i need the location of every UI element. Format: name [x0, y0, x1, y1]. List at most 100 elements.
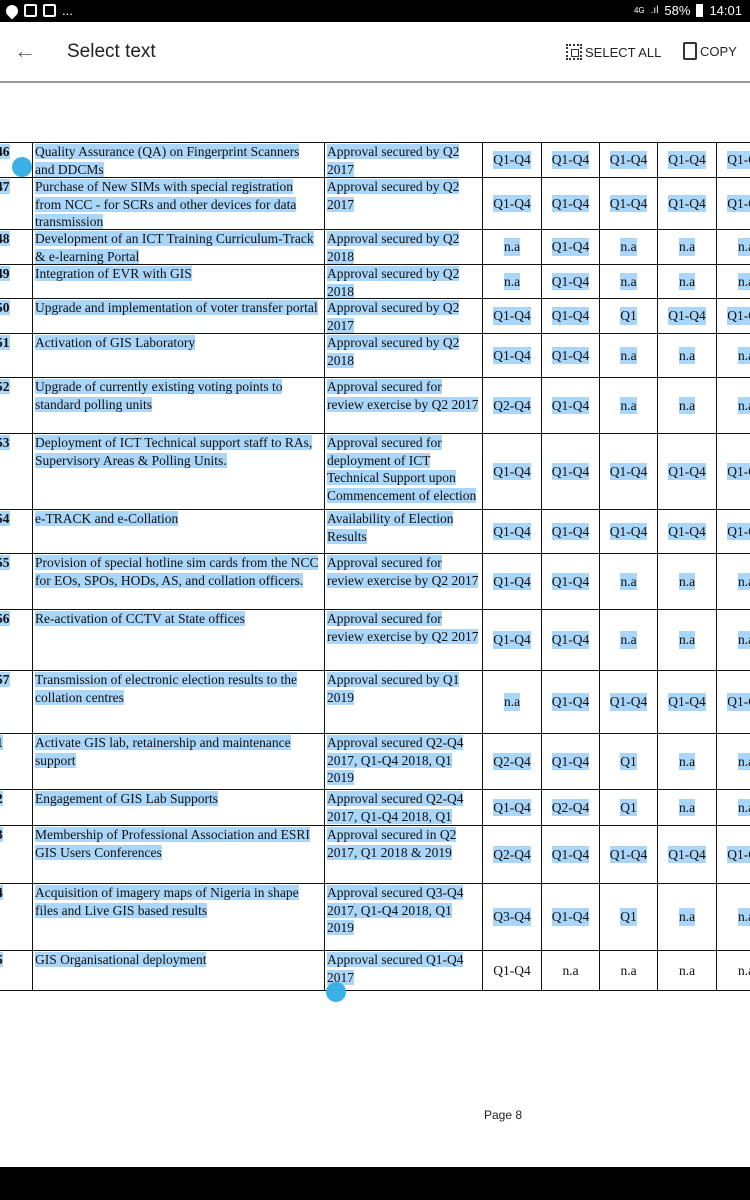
status-cell-text: Approval secured Q3-Q4 2017, Q1-Q4 2018,…: [327, 885, 464, 935]
selection-end-handle[interactable]: [326, 982, 346, 1002]
activity-cell: Re-activation of CCTV at State offices: [32, 610, 324, 670]
copy-button[interactable]: COPY: [683, 42, 737, 60]
quarter-cell: n.a: [716, 884, 750, 950]
row-number: 57: [0, 671, 32, 733]
activity-cell: Activate GIS lab, retainership and maint…: [32, 734, 324, 789]
status-cell: Approval secured Q2-Q4 2017, Q1-Q4 2018,…: [324, 790, 482, 825]
quarter-cell: Q1-Q4: [482, 610, 541, 670]
quarter-cell: Q1-Q4: [541, 178, 599, 229]
network-type: 4G: [633, 6, 645, 15]
quarter-cell-text: Q1-Q4: [727, 307, 750, 325]
table-row: 47 Purchase of New SIMs with special regi…: [0, 177, 750, 229]
table-row: 56 Re-activation of CCTV at State offices…: [0, 609, 750, 670]
row-number-text: 55: [0, 555, 10, 570]
status-cell-text: Approval secured by Q2 2017: [327, 179, 460, 212]
quarter-cell-text: n.a: [678, 238, 696, 256]
activity-cell: Membership of Professional Association a…: [32, 826, 324, 883]
quarter-cell-text: Q1-Q4: [493, 307, 531, 325]
quarter-cell: n.a: [716, 734, 750, 789]
quarter-cell-text: Q1-Q4: [493, 522, 531, 541]
quarter-cell-text: n.a: [678, 631, 696, 649]
activity-cell: Deployment of ICT Technical support staf…: [32, 434, 324, 509]
selection-start-handle[interactable]: [12, 157, 32, 177]
activity-cell-text: Quality Assurance (QA) on Fingerprint Sc…: [35, 144, 300, 177]
quarter-cell: Q1-Q4: [541, 378, 599, 433]
table-row: 49 Integration of EVR with GIS Approval se…: [0, 264, 750, 298]
table-row: 2 Engagement of GIS Lab Supports Approval …: [0, 789, 750, 825]
quarter-cell-text: Q1-Q4: [668, 462, 706, 481]
activity-cell-text: Provision of special hotline sim cards f…: [35, 555, 319, 588]
quarter-cell: Q1-Q4: [716, 826, 750, 883]
activity-cell: Development of an ICT Training Curriculu…: [32, 230, 324, 264]
quarter-cell-text: n.a: [737, 962, 750, 978]
battery-percent: 58%: [664, 3, 691, 18]
activity-cell-text: Membership of Professional Association a…: [35, 827, 310, 860]
quarter-cell-text: Q1-Q4: [551, 396, 590, 415]
gmail-icon: [24, 4, 37, 17]
activity-cell: Upgrade and implementation of voter tran…: [32, 299, 324, 333]
status-cell-text: Approval secured for review exercise by …: [327, 611, 479, 644]
page-title: Select text: [67, 41, 156, 62]
quarter-cell-text: n.a: [737, 346, 750, 365]
quarter-cell: Q1-Q4: [657, 510, 716, 553]
quarter-cell: n.a: [657, 230, 716, 264]
status-bar: ... 4G .ıl 58% 14:01: [0, 0, 750, 22]
activity-cell-text: Upgrade of currently existing voting poi…: [35, 379, 283, 412]
quarter-cell: Q1-Q4: [599, 143, 657, 177]
quarter-cell: Q2-Q4: [541, 790, 599, 825]
row-number: 53: [0, 434, 32, 509]
status-cell: Approval secured Q1-Q4 2017: [324, 951, 482, 990]
select-all-button[interactable]: SELECT ALL: [566, 44, 661, 60]
quarter-cell-text: Q1-Q4: [493, 346, 531, 365]
quarter-cell: n.a: [657, 790, 716, 825]
quarter-cell: Q1-Q4: [541, 230, 599, 264]
quarter-cell-text: n.a: [737, 631, 750, 649]
quarter-cell-text: Q3-Q4: [493, 908, 531, 926]
quarter-cell-text: Q1-Q4: [727, 462, 750, 481]
status-cell: Approval secured in Q2 2017, Q1 2018 & 2…: [324, 826, 482, 883]
status-cell-text: Approval secured by Q2 2018: [327, 231, 460, 264]
quarter-cell: n.a: [716, 230, 750, 264]
quarter-cell-text: Q1-Q4: [551, 238, 590, 256]
table-row: 50 Upgrade and implementation of voter tr…: [0, 298, 750, 333]
table-row: 54 e-TRACK and e-Collation Availability of…: [0, 509, 750, 553]
quarter-cell-text: n.a: [737, 272, 750, 291]
quarter-cell-text: Q1-Q4: [609, 194, 648, 213]
quarter-cell-text: Q1: [620, 798, 637, 817]
quarter-cell: Q1-Q4: [541, 671, 599, 733]
quarter-cell: Q1-Q4: [716, 178, 750, 229]
back-arrow-icon[interactable]: ←: [14, 38, 36, 64]
quarter-cell: n.a: [657, 334, 716, 377]
quarter-cell: Q2-Q4: [482, 378, 541, 433]
status-cell: Availability of Election Results: [324, 510, 482, 553]
activity-cell: Acquisition of imagery maps of Nigeria i…: [32, 884, 324, 950]
row-number-text: 47: [0, 179, 10, 194]
quarter-cell: Q2-Q4: [482, 734, 541, 789]
row-number-text: 4: [0, 885, 3, 900]
row-number: 4: [0, 884, 32, 950]
quarter-cell-text: Q1-Q4: [551, 522, 590, 541]
quarter-cell: n.a: [657, 884, 716, 950]
quarter-cell-text: Q1-Q4: [551, 272, 590, 291]
quarter-cell-text: n.a: [678, 572, 696, 591]
quarter-cell-text: n.a: [620, 238, 637, 256]
quarter-cell-text: Q1-Q4: [727, 151, 750, 169]
status-cell: Approval secured Q2-Q4 2017, Q1-Q4 2018,…: [324, 734, 482, 789]
quarter-cell-text: Q1: [620, 908, 637, 926]
quarter-cell: Q1-Q4: [716, 299, 750, 333]
quarter-cell-text: Q1-Q4: [493, 798, 531, 817]
row-number: 48: [0, 230, 32, 264]
table-row: 4 Acquisition of imagery maps of Nigeria …: [0, 883, 750, 950]
table-row: 57 Transmission of electronic election re…: [0, 670, 750, 733]
quarter-cell-text: Q1-Q4: [668, 151, 706, 169]
status-cell: Approval secured for review exercise by …: [324, 378, 482, 433]
row-number: 47: [0, 178, 32, 229]
row-number: 49: [0, 265, 32, 298]
table-row: 48 Development of an ICT Training Curricu…: [0, 229, 750, 264]
status-cell-text: Approval secured for deployment of ICT T…: [327, 435, 477, 503]
quarter-cell: Q3-Q4: [482, 884, 541, 950]
activity-cell: Integration of EVR with GIS: [32, 265, 324, 298]
table-row: 52 Upgrade of currently existing voting p…: [0, 377, 750, 433]
activity-cell-text: Acquisition of imagery maps of Nigeria i…: [35, 885, 299, 918]
status-cell-text: Approval secured by Q1 2019: [327, 672, 460, 705]
